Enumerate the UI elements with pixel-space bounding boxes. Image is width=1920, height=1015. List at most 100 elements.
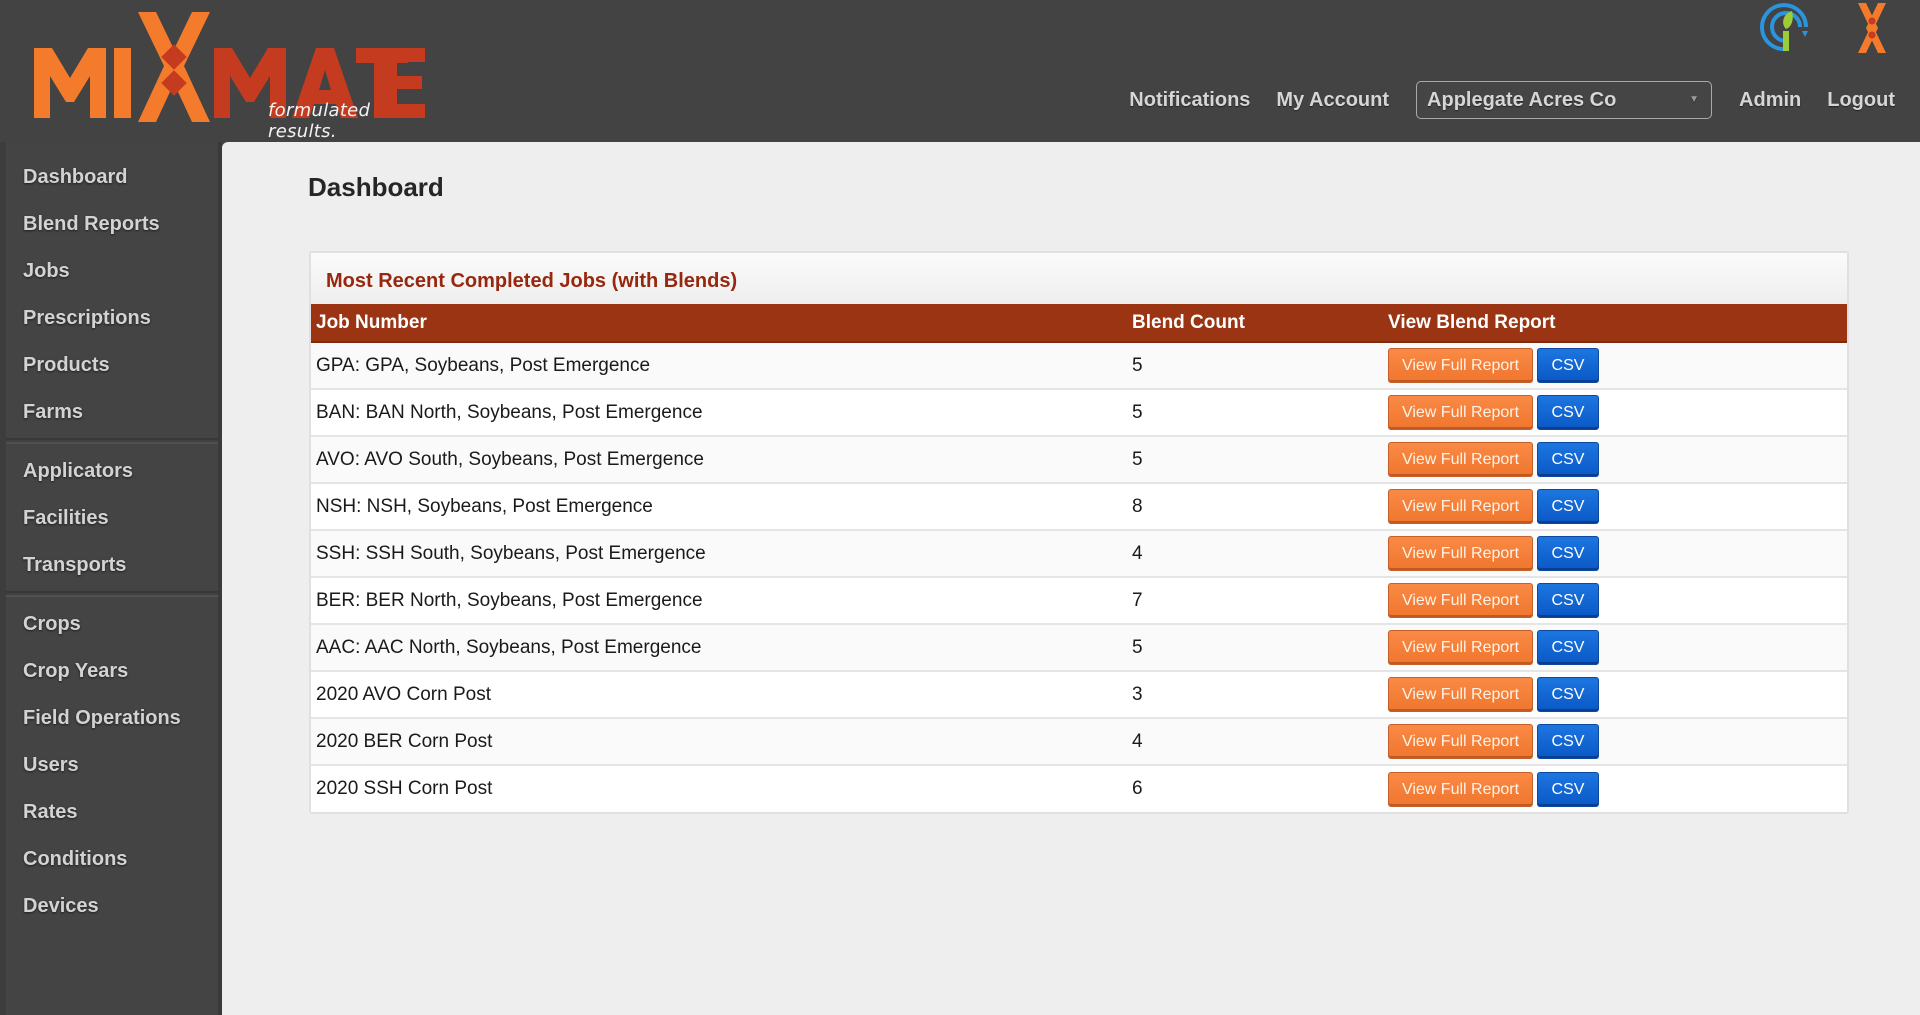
- view-blend-report-cell: View Full Report CSV: [1383, 529, 1847, 577]
- blend-count-cell: 7: [1127, 576, 1383, 624]
- csv-download-button[interactable]: CSV: [1537, 348, 1599, 383]
- csv-download-button[interactable]: CSV: [1537, 677, 1599, 712]
- sidebar-group-equipment: Applicators Facilities Transports: [6, 448, 218, 589]
- job-number-cell: 2020 BER Corn Post: [311, 717, 1127, 765]
- sidebar-item-crops[interactable]: Crops: [6, 601, 218, 648]
- recent-jobs-table: Job Number Blend Count View Blend Report…: [311, 304, 1847, 812]
- csv-download-button[interactable]: CSV: [1537, 771, 1599, 807]
- view-full-report-button[interactable]: View Full Report: [1388, 724, 1533, 759]
- view-full-report-button[interactable]: View Full Report: [1388, 771, 1533, 807]
- csv-download-button[interactable]: CSV: [1537, 489, 1599, 524]
- sidebar-item-conditions[interactable]: Conditions: [6, 836, 218, 883]
- sidebar-item-applicators[interactable]: Applicators: [6, 448, 218, 495]
- recent-jobs-panel: Most Recent Completed Jobs (with Blends)…: [309, 251, 1849, 814]
- view-blend-report-cell: View Full Report CSV: [1383, 764, 1847, 812]
- job-number-cell: BER: BER North, Soybeans, Post Emergence: [311, 576, 1127, 624]
- sidebar-divider: [6, 591, 218, 597]
- blend-count-cell: 6: [1127, 764, 1383, 812]
- job-number-cell: NSH: NSH, Soybeans, Post Emergence: [311, 482, 1127, 530]
- blend-count-cell: 4: [1127, 717, 1383, 765]
- blend-count-cell: 5: [1127, 623, 1383, 671]
- table-row: AVO: AVO South, Soybeans, Post Emergence…: [311, 435, 1847, 483]
- sidebar: Dashboard Blend Reports Jobs Prescriptio…: [0, 142, 222, 1015]
- blend-count-cell: 5: [1127, 341, 1383, 389]
- table-row: GPA: GPA, Soybeans, Post Emergence 5 View …: [311, 341, 1847, 389]
- blend-count-cell: 4: [1127, 529, 1383, 577]
- job-number-cell: AVO: AVO South, Soybeans, Post Emergence: [311, 435, 1127, 483]
- logo-tagline: formulated results.: [268, 100, 371, 142]
- job-number-cell: GPA: GPA, Soybeans, Post Emergence: [311, 341, 1127, 389]
- csv-download-button[interactable]: CSV: [1537, 630, 1599, 665]
- blend-count-cell: 5: [1127, 388, 1383, 436]
- sidebar-item-devices[interactable]: Devices: [6, 883, 218, 930]
- column-header-job-number: Job Number: [311, 304, 1127, 343]
- view-blend-report-cell: View Full Report CSV: [1383, 435, 1847, 483]
- table-header-row: Job Number Blend Count View Blend Report: [311, 304, 1847, 343]
- view-full-report-button[interactable]: View Full Report: [1388, 348, 1533, 383]
- table-row: SSH: SSH South, Soybeans, Post Emergence…: [311, 529, 1847, 577]
- page-title: Dashboard: [308, 172, 444, 202]
- sidebar-item-dashboard[interactable]: Dashboard: [6, 154, 218, 201]
- csv-download-button[interactable]: CSV: [1537, 442, 1599, 477]
- csv-download-button[interactable]: CSV: [1537, 724, 1599, 759]
- view-full-report-button[interactable]: View Full Report: [1388, 395, 1533, 430]
- view-full-report-button[interactable]: View Full Report: [1388, 677, 1533, 712]
- signal-leaf-app-icon[interactable]: [1758, 1, 1814, 55]
- job-number-cell: AAC: AAC North, Soybeans, Post Emergence: [311, 623, 1127, 671]
- sidebar-divider: [6, 438, 218, 444]
- app-switcher: [1728, 0, 1900, 56]
- sidebar-item-products[interactable]: Products: [6, 342, 218, 389]
- sidebar-item-facilities[interactable]: Facilities: [6, 495, 218, 542]
- view-blend-report-cell: View Full Report CSV: [1383, 388, 1847, 436]
- sidebar-item-blend-reports[interactable]: Blend Reports: [6, 201, 218, 248]
- view-blend-report-cell: View Full Report CSV: [1383, 623, 1847, 671]
- notifications-link[interactable]: Notifications: [1129, 89, 1250, 112]
- view-blend-report-cell: View Full Report CSV: [1383, 482, 1847, 530]
- sidebar-item-crop-years[interactable]: Crop Years: [6, 648, 218, 695]
- view-blend-report-cell: View Full Report CSV: [1383, 341, 1847, 389]
- csv-download-button[interactable]: CSV: [1537, 395, 1599, 430]
- sidebar-group-settings: Crops Crop Years Field Operations Users …: [6, 601, 218, 930]
- top-nav: Notifications My Account Applegate Acres…: [1116, 80, 1908, 120]
- view-blend-report-cell: View Full Report CSV: [1383, 576, 1847, 624]
- sidebar-item-jobs[interactable]: Jobs: [6, 248, 218, 295]
- table-row: BAN: BAN North, Soybeans, Post Emergence…: [311, 388, 1847, 436]
- sidebar-item-transports[interactable]: Transports: [6, 542, 218, 589]
- sidebar-item-users[interactable]: Users: [6, 742, 218, 789]
- mixmate-x-app-icon[interactable]: [1844, 1, 1900, 55]
- admin-link[interactable]: Admin: [1739, 89, 1801, 112]
- mixmate-logo[interactable]: formulated results.: [30, 8, 430, 142]
- view-blend-report-cell: View Full Report CSV: [1383, 670, 1847, 718]
- table-row: BER: BER North, Soybeans, Post Emergence…: [311, 576, 1847, 624]
- csv-download-button[interactable]: CSV: [1537, 583, 1599, 618]
- sidebar-item-prescriptions[interactable]: Prescriptions: [6, 295, 218, 342]
- csv-download-button[interactable]: CSV: [1537, 536, 1599, 571]
- main-content: Dashboard Most Recent Completed Jobs (wi…: [222, 142, 1920, 1015]
- sidebar-group-main: Dashboard Blend Reports Jobs Prescriptio…: [6, 154, 218, 436]
- table-body: GPA: GPA, Soybeans, Post Emergence 5 View …: [311, 341, 1847, 812]
- view-full-report-button[interactable]: View Full Report: [1388, 536, 1533, 571]
- view-full-report-button[interactable]: View Full Report: [1388, 630, 1533, 665]
- sidebar-item-rates[interactable]: Rates: [6, 789, 218, 836]
- logout-link[interactable]: Logout: [1827, 89, 1895, 112]
- view-full-report-button[interactable]: View Full Report: [1388, 489, 1533, 524]
- table-row: 2020 BER Corn Post 4 View Full Report CSV: [311, 717, 1847, 765]
- my-account-link[interactable]: My Account: [1276, 89, 1389, 112]
- column-header-view-blend-report: View Blend Report: [1383, 304, 1847, 343]
- table-row: NSH: NSH, Soybeans, Post Emergence 8 View …: [311, 482, 1847, 530]
- chevron-down-icon: ▼: [1689, 94, 1700, 105]
- sidebar-item-farms[interactable]: Farms: [6, 389, 218, 436]
- job-number-cell: 2020 SSH Corn Post: [311, 764, 1127, 812]
- view-blend-report-cell: View Full Report CSV: [1383, 717, 1847, 765]
- blend-count-cell: 3: [1127, 670, 1383, 718]
- blend-count-cell: 8: [1127, 482, 1383, 530]
- view-full-report-button[interactable]: View Full Report: [1388, 442, 1533, 477]
- organization-select-value: Applegate Acres Co: [1427, 88, 1617, 111]
- job-number-cell: SSH: SSH South, Soybeans, Post Emergence: [311, 529, 1127, 577]
- panel-title: Most Recent Completed Jobs (with Blends): [311, 253, 1847, 304]
- column-header-blend-count: Blend Count: [1127, 304, 1383, 343]
- view-full-report-button[interactable]: View Full Report: [1388, 583, 1533, 618]
- sidebar-item-field-operations[interactable]: Field Operations: [6, 695, 218, 742]
- table-row: 2020 AVO Corn Post 3 View Full Report CSV: [311, 670, 1847, 718]
- organization-select[interactable]: Applegate Acres Co ▼: [1416, 81, 1713, 119]
